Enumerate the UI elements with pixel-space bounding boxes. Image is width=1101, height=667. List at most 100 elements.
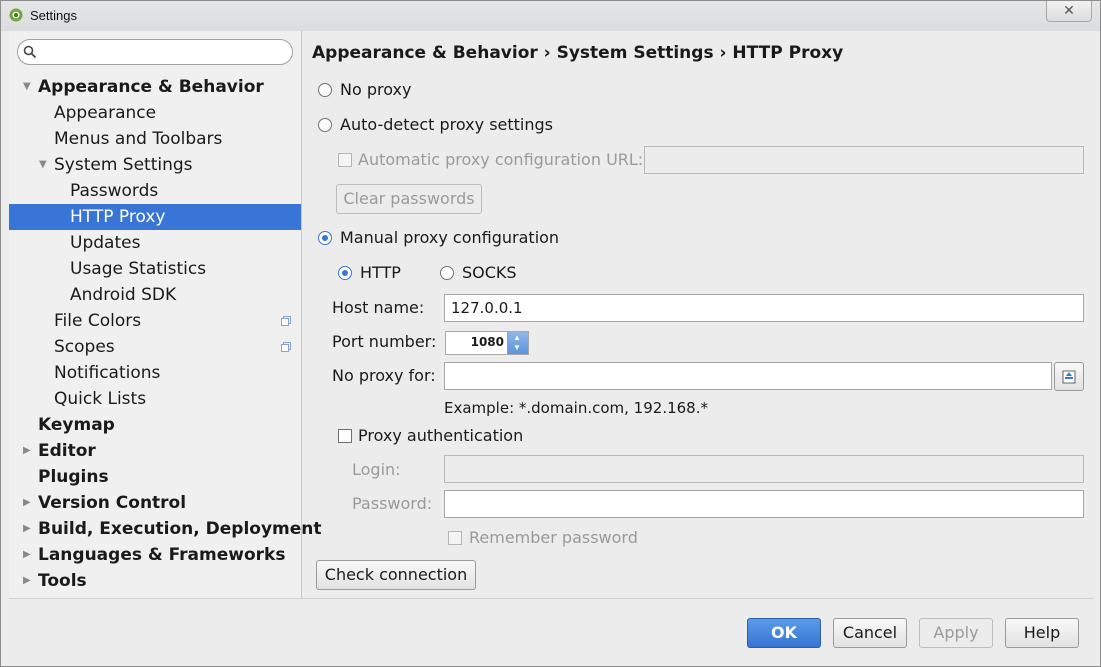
sidebar-item-usage-statistics[interactable]: Usage Statistics [9,256,301,282]
sidebar-item-label: Appearance & Behavior [38,77,264,97]
collapse-arrow-icon[interactable]: ▶ [23,542,31,568]
sidebar-item-keymap[interactable]: Keymap [9,412,301,438]
sidebar-item-tools[interactable]: ▶ Tools [9,568,301,594]
sidebar-item-label: Android SDK [70,285,177,305]
window-title: Settings [30,8,77,23]
cancel-button[interactable]: Cancel [833,618,907,648]
sidebar-item-file-colors[interactable]: File Colors [9,308,301,334]
no-proxy-label[interactable]: No proxy [340,80,411,99]
search-icon [23,45,37,59]
sidebar-item-editor[interactable]: ▶ Editor [9,438,301,464]
sidebar-item-passwords[interactable]: Passwords [9,178,301,204]
host-name-field[interactable]: 127.0.0.1 [444,294,1084,322]
sidebar-item-label: Keymap [38,415,115,435]
sidebar-item-label: Tools [38,571,87,591]
manual-proxy-label[interactable]: Manual proxy configuration [340,228,559,247]
no-proxy-radio[interactable] [318,83,332,97]
sidebar-item-system-settings[interactable]: ▼ System Settings [9,152,301,178]
stepper-up-icon[interactable]: ▲ [513,333,521,342]
sidebar-item-languages-frameworks[interactable]: ▶ Languages & Frameworks [9,542,301,568]
socks-radio[interactable] [440,266,454,280]
auto-url-label: Automatic proxy configuration URL: [358,150,644,169]
manual-proxy-radio[interactable] [318,231,332,245]
sidebar-item-scopes[interactable]: Scopes [9,334,301,360]
clear-passwords-button[interactable]: Clear passwords [336,184,482,214]
no-proxy-for-label: No proxy for: [332,366,436,385]
breadcrumb: Appearance & Behavior › System Settings … [312,43,844,63]
expand-arrow-icon[interactable]: ▼ [39,152,47,178]
sidebar-item-label: Notifications [54,363,161,383]
check-connection-button[interactable]: Check connection [316,560,476,590]
search-input[interactable] [40,43,284,63]
example-hint: Example: *.domain.com, 192.168.* [444,399,708,417]
sidebar-item-label: Appearance [54,103,157,123]
close-button[interactable]: ✕ [1046,1,1092,22]
sidebar-item-label: Updates [70,233,141,253]
sidebar-item-label: Build, Execution, Deployment [38,519,322,539]
sidebar-item-menus-and-toolbars[interactable]: Menus and Toolbars [9,126,301,152]
no-proxy-for-field[interactable] [444,362,1052,390]
apply-button[interactable]: Apply [919,618,993,648]
sidebar-item-label: Menus and Toolbars [54,129,223,149]
sidebar-item-label: Usage Statistics [70,259,207,279]
remember-password-checkbox[interactable] [448,531,462,545]
sidebar-item-build-execution-deployment[interactable]: ▶ Build, Execution, Deployment [9,516,322,542]
password-field[interactable] [444,490,1084,518]
sidebar-item-label: Scopes [54,337,115,357]
sidebar-item-label: Plugins [38,467,109,487]
sidebar-item-notifications[interactable]: Notifications [9,360,301,386]
password-label: Password: [352,494,433,513]
sidebar-item-label: Quick Lists [54,389,147,409]
auto-detect-radio[interactable] [318,118,332,132]
settings-window: Settings ✕ ▼ Appearance & Behavior Appeara… [0,0,1101,667]
port-number-label: Port number: [332,332,437,351]
expand-field-button[interactable] [1054,362,1084,391]
stepper-down-icon[interactable]: ▼ [513,343,521,352]
sidebar-item-appearance[interactable]: Appearance [9,100,301,126]
expand-arrow-icon[interactable]: ▼ [23,74,31,100]
sidebar-item-plugins[interactable]: Plugins [9,464,301,490]
collapse-arrow-icon[interactable]: ▶ [23,568,31,594]
sidebar-item-label: Languages & Frameworks [38,545,286,565]
ok-button[interactable]: OK [747,618,821,648]
http-radio[interactable] [338,266,352,280]
app-icon [9,8,23,22]
collapse-arrow-icon[interactable]: ▶ [23,490,31,516]
sidebar-item-version-control[interactable]: ▶ Version Control [9,490,301,516]
auto-url-checkbox[interactable] [338,153,352,167]
sidebar-item-label: File Colors [54,311,142,331]
port-number-value: 1080 [470,335,504,349]
search-box[interactable] [17,39,293,65]
sidebar-item-http-proxy[interactable]: HTTP Proxy [9,204,301,230]
close-icon: ✕ [1063,2,1075,18]
dialog-footer: OK Cancel Apply Help [9,598,1094,661]
socks-label[interactable]: SOCKS [462,263,517,282]
port-number-stepper[interactable]: 1080 ▲ ▼ [445,331,529,355]
project-scope-icon [281,316,291,326]
proxy-auth-label[interactable]: Proxy authentication [358,426,523,445]
login-label: Login: [352,460,401,479]
auto-url-field[interactable] [644,146,1084,174]
sidebar-item-label: HTTP Proxy [70,207,166,227]
auto-detect-label[interactable]: Auto-detect proxy settings [340,115,553,134]
expand-icon [1062,370,1076,384]
remember-password-label: Remember password [469,528,638,547]
sidebar-item-appearance-behavior[interactable]: ▼ Appearance & Behavior [9,74,301,100]
help-button[interactable]: Help [1005,618,1079,648]
title-bar: Settings ✕ [1,1,1100,31]
sidebar-item-updates[interactable]: Updates [9,230,301,256]
collapse-arrow-icon[interactable]: ▶ [23,516,31,542]
main-panel: Appearance & Behavior › System Settings … [302,31,1092,598]
sidebar-item-label: Editor [38,441,96,461]
sidebar-item-label: Passwords [70,181,159,201]
port-stepper-buttons[interactable]: ▲ ▼ [507,332,528,354]
sidebar-item-label: System Settings [54,155,193,175]
settings-sidebar: ▼ Appearance & Behavior Appearance Menus an… [9,31,322,598]
collapse-arrow-icon[interactable]: ▶ [23,438,31,464]
http-label[interactable]: HTTP [360,263,401,282]
sidebar-item-quick-lists[interactable]: Quick Lists [9,386,301,412]
login-field[interactable] [444,455,1084,483]
sidebar-item-label: Version Control [38,493,187,513]
proxy-auth-checkbox[interactable] [338,429,352,443]
sidebar-item-android-sdk[interactable]: Android SDK [9,282,301,308]
